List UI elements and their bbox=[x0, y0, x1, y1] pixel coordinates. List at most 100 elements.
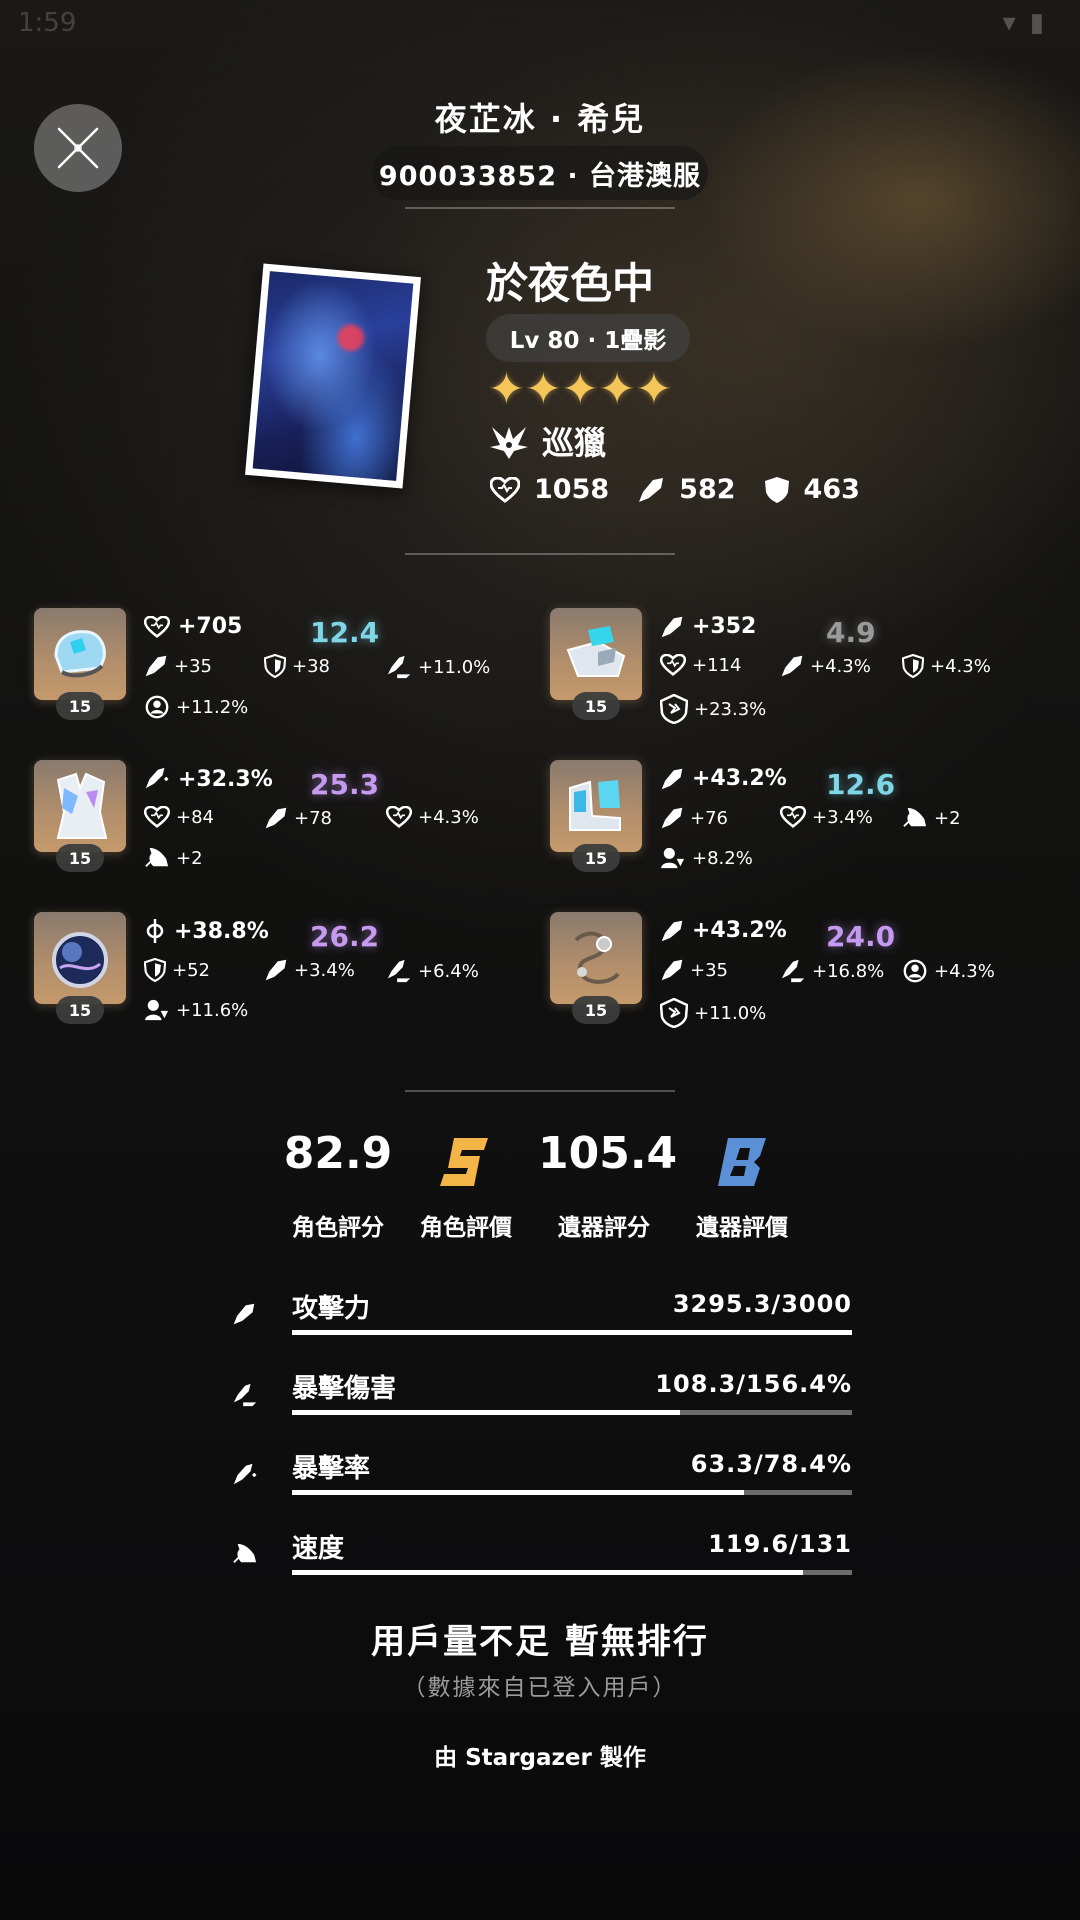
relic-level: 15 bbox=[572, 692, 620, 720]
relic-sub-stat-value: +23.3% bbox=[694, 698, 767, 720]
relic-card-rope[interactable]: 15 +43.2% 24.0 +35 +16.8% +4.3% +11.0% bbox=[550, 912, 1070, 1052]
relic-score: 12.4 bbox=[310, 616, 380, 649]
uid-server-badge: 900033852 · 台港澳服 bbox=[372, 146, 708, 200]
relic-main-stat: +352 bbox=[660, 614, 756, 639]
cone-hp-value: 1058 bbox=[534, 474, 610, 505]
stat-progress-track bbox=[292, 1570, 852, 1575]
relic-main-stat: +32.3% bbox=[144, 766, 273, 792]
relic-sub-stat: +16.8% bbox=[780, 958, 884, 984]
character-grade: S bbox=[436, 1134, 496, 1190]
atk-icon bbox=[232, 1302, 256, 1326]
light-cone-image bbox=[252, 271, 414, 481]
atk-icon bbox=[660, 806, 684, 830]
relic-sub-stat: +38 bbox=[264, 654, 330, 678]
relics-divider bbox=[405, 1090, 675, 1092]
relic-sub-stat-value: +11.0% bbox=[694, 1002, 767, 1024]
cone-def-value: 463 bbox=[803, 474, 860, 505]
path-label: 巡獵 bbox=[542, 424, 607, 462]
relic-image-rope bbox=[550, 912, 642, 1004]
character-score: 82.9 bbox=[278, 1128, 398, 1179]
relic-sub-stat-value: +84 bbox=[176, 806, 214, 828]
relic-card-feet[interactable]: 15 +43.2% 12.6 +76 +3.4% +2 +8.2% bbox=[550, 760, 1070, 900]
stat-progress-fill bbox=[292, 1490, 744, 1495]
relic-main-stat-value: +43.2% bbox=[692, 766, 787, 791]
atk-icon bbox=[264, 806, 288, 830]
light-cone-level: Lv 80 · 1疊影 bbox=[509, 328, 667, 354]
def-icon bbox=[902, 654, 924, 678]
character-grade-icon bbox=[440, 1138, 488, 1186]
stat-value: 3295.3/3000 bbox=[672, 1290, 852, 1318]
relic-card-head[interactable]: 15 +705 12.4 +35 +38 +11.0% +11.2% bbox=[34, 608, 554, 748]
relic-image-sphere bbox=[34, 912, 126, 1004]
effect-hit-icon bbox=[660, 846, 686, 870]
relic-sub-stat-value: +11.0% bbox=[418, 656, 491, 678]
crit-dmg-icon bbox=[386, 958, 412, 984]
relic-sub-stat-value: +2 bbox=[176, 847, 203, 869]
relic-sub-stat: +78 bbox=[264, 806, 332, 830]
relic-grade: B bbox=[714, 1134, 774, 1190]
battery-icon: ▮ bbox=[1029, 8, 1058, 38]
stat-value: 108.3/156.4% bbox=[655, 1370, 852, 1398]
character-score-value: 82.9 bbox=[283, 1128, 393, 1179]
break-effect-icon bbox=[660, 694, 688, 724]
relic-sub-stat-value: +52 bbox=[172, 959, 210, 981]
stat-progress-track bbox=[292, 1410, 852, 1415]
relic-sub-stat-value: +3.4% bbox=[812, 806, 873, 828]
cone-hp: 1058 bbox=[490, 474, 609, 505]
relic-main-stat: +43.2% bbox=[660, 918, 787, 943]
hp-icon bbox=[490, 476, 520, 503]
relic-score: 12.6 bbox=[826, 768, 896, 801]
relic-grade-label: 遺器評價 bbox=[696, 1215, 788, 1241]
relic-sub-stat-value: +78 bbox=[294, 807, 332, 829]
relic-sub-stat-value: +114 bbox=[692, 654, 742, 676]
stat-row: 暴擊率 63.3/78.4% bbox=[232, 1448, 852, 1508]
def-icon bbox=[764, 476, 790, 504]
relic-sub-stat: +3.4% bbox=[264, 958, 355, 982]
stat-value: 63.3/78.4% bbox=[690, 1450, 852, 1478]
relic-main-stat: +705 bbox=[144, 614, 242, 639]
effect-hit-icon bbox=[144, 998, 170, 1022]
relic-level: 15 bbox=[572, 996, 620, 1024]
relic-level: 15 bbox=[572, 844, 620, 872]
relic-sub-stat-value: +11.2% bbox=[176, 696, 249, 718]
relic-card-body[interactable]: 15 +32.3% 25.3 +84 +78 +4.3% +2 bbox=[34, 760, 554, 900]
relic-sub-stat: +11.0% bbox=[660, 998, 766, 1028]
relic-score: 24.0 bbox=[826, 920, 896, 953]
stat-icon bbox=[232, 1542, 258, 1570]
light-cone-card[interactable] bbox=[245, 263, 421, 489]
relic-card-sphere[interactable]: 15 +38.8% 26.2 +52 +3.4% +6.4% +11.6% bbox=[34, 912, 554, 1052]
atk-icon bbox=[660, 767, 684, 791]
relic-main-stat: +43.2% bbox=[660, 766, 787, 791]
relic-sub-stat: +4.3% bbox=[386, 806, 479, 828]
light-cone-divider bbox=[405, 553, 675, 555]
relic-sub-stat-value: +38 bbox=[292, 655, 330, 677]
relic-main-stat: +38.8% bbox=[144, 918, 269, 944]
relic-sub-stat-value: +35 bbox=[174, 655, 212, 677]
effect-res-icon bbox=[144, 694, 170, 720]
cone-atk-value: 582 bbox=[679, 474, 736, 505]
relic-sub-stat: +11.6% bbox=[144, 998, 248, 1022]
relic-sub-stat: +4.3% bbox=[902, 654, 991, 678]
relic-sub-stat-value: +16.8% bbox=[812, 960, 885, 982]
relic-sub-stat: +23.3% bbox=[660, 694, 766, 724]
relic-image-body bbox=[34, 760, 126, 852]
ranking-note: （數據來自已登入用戶） bbox=[402, 1675, 678, 1701]
atk-icon bbox=[144, 654, 168, 678]
relic-score-value: 105.4 bbox=[538, 1128, 678, 1179]
stat-icon bbox=[232, 1462, 258, 1492]
relic-card-hands[interactable]: 15 +352 4.9 +114 +4.3% +4.3% +23.3% bbox=[550, 608, 1070, 748]
hp-icon bbox=[144, 615, 170, 638]
speed-icon bbox=[902, 806, 928, 830]
crit-dmg-icon bbox=[232, 1382, 258, 1408]
relic-sub-stat-value: +76 bbox=[690, 807, 728, 829]
player-name: 夜芷冰 · 希兒 bbox=[434, 100, 646, 138]
relic-sub-stat-value: +4.3% bbox=[810, 655, 871, 677]
relic-sub-stat-value: +35 bbox=[690, 959, 728, 981]
ranking-message: 用戶量不足 暫無排行 bbox=[371, 1622, 709, 1662]
relic-sub-stat: +8.2% bbox=[660, 846, 753, 870]
relic-sub-stat: +11.2% bbox=[144, 694, 248, 720]
stat-label: 速度 bbox=[292, 1534, 345, 1564]
break-effect-icon bbox=[660, 998, 688, 1028]
stat-progress-fill bbox=[292, 1330, 852, 1335]
relic-sub-stat-value: +2 bbox=[934, 807, 961, 829]
